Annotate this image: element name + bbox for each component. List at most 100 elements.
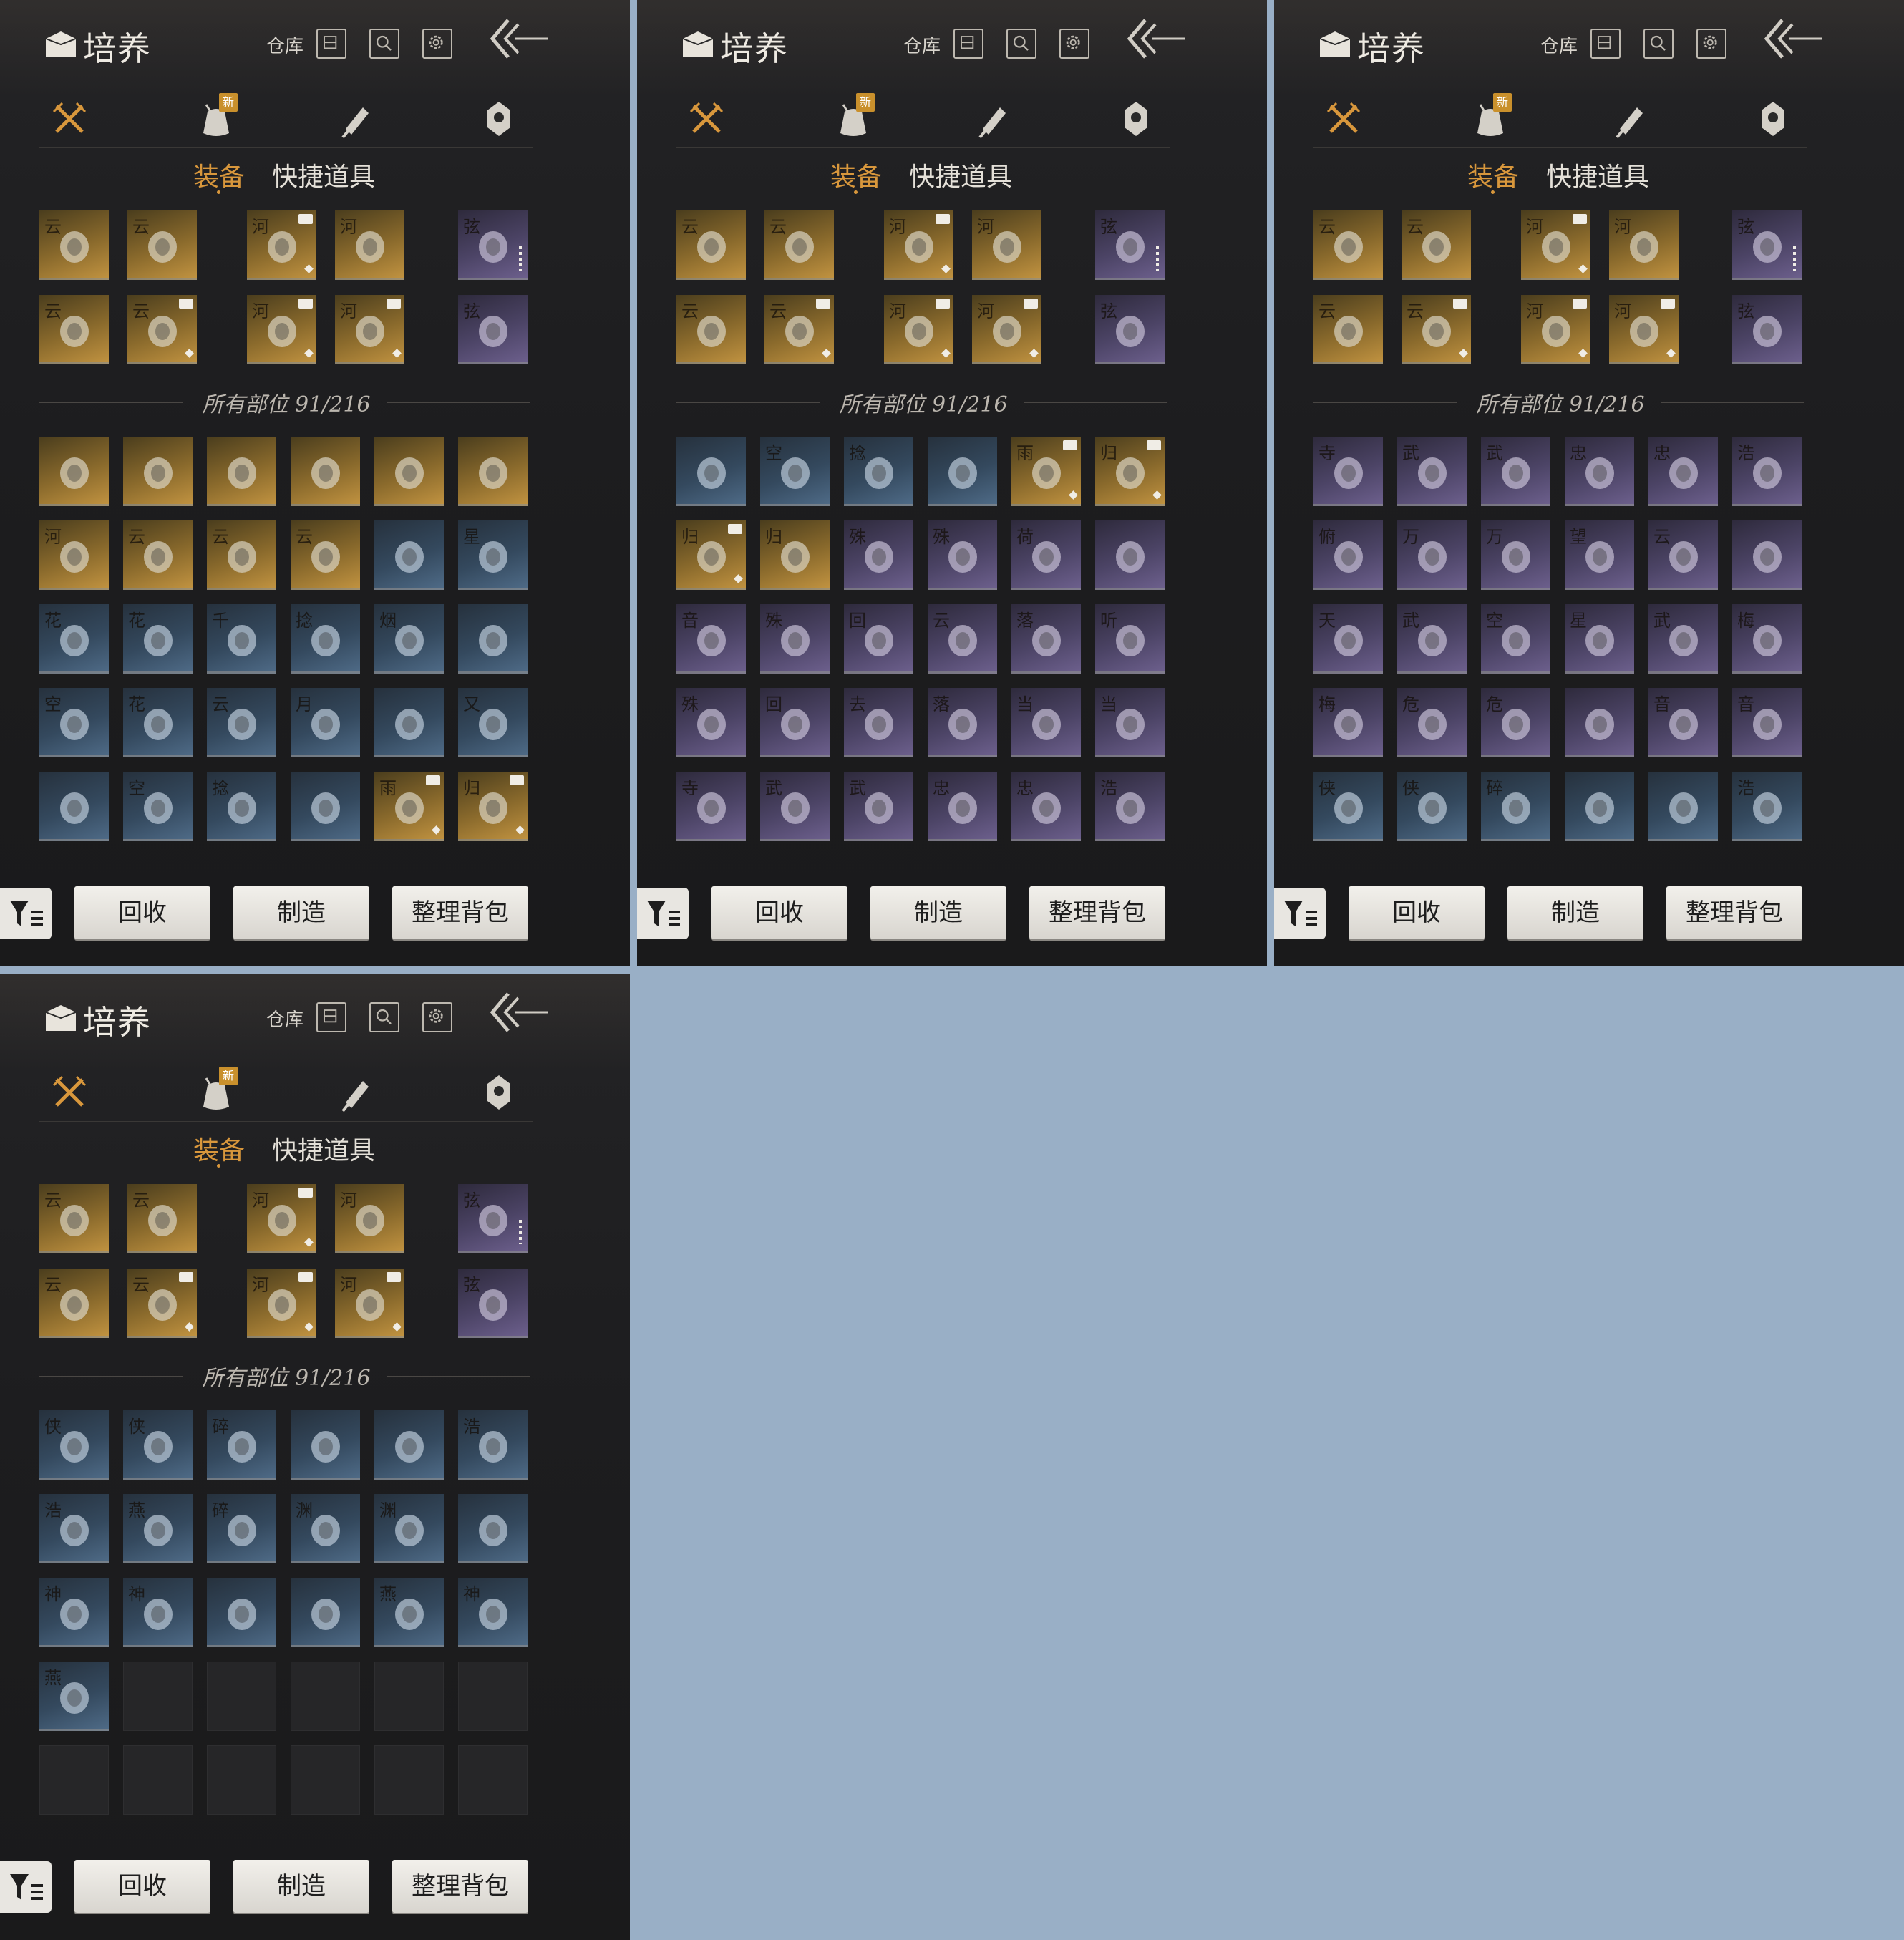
item-slot[interactable]: 云 [1313, 295, 1383, 364]
warehouse-label[interactable]: 仓库 [266, 1005, 303, 1032]
item-slot[interactable]: 河 [247, 1184, 316, 1253]
subtab-equipment[interactable]: 装备 [193, 156, 245, 193]
tab-equipment[interactable] [1321, 96, 1366, 142]
item-slot[interactable]: 天 [1313, 604, 1383, 674]
craft-button[interactable]: 制造 [1507, 886, 1643, 939]
item-slot[interactable]: 又 [458, 688, 528, 757]
item-slot[interactable]: 云 [764, 210, 834, 280]
item-slot[interactable]: 弦 [1732, 295, 1802, 364]
tab-equipment[interactable] [47, 1070, 92, 1115]
tab-items[interactable]: 新 [193, 93, 239, 142]
organize-bag-button[interactable]: 整理背包 [392, 1860, 528, 1913]
warehouse-button[interactable] [316, 29, 346, 59]
item-slot[interactable] [374, 688, 444, 757]
tab-talismans[interactable] [476, 1070, 522, 1115]
item-slot[interactable]: 万 [1397, 520, 1467, 590]
item-slot[interactable] [1095, 520, 1165, 590]
item-slot[interactable]: 弦 [1095, 295, 1165, 364]
craft-button[interactable]: 制造 [233, 1860, 369, 1913]
item-slot[interactable]: 云 [928, 604, 997, 674]
item-slot[interactable]: 花 [123, 688, 193, 757]
craft-button[interactable]: 制造 [233, 886, 369, 939]
tab-talismans[interactable] [1750, 96, 1796, 142]
item-slot[interactable]: 捻 [291, 604, 360, 674]
back-icon[interactable] [1124, 14, 1188, 63]
item-slot[interactable]: 浩 [1732, 437, 1802, 506]
item-slot[interactable]: 云 [1648, 520, 1718, 590]
item-slot[interactable]: 渊 [291, 1494, 360, 1563]
filter-button[interactable] [0, 1861, 52, 1913]
item-slot[interactable]: 河 [1521, 210, 1590, 280]
item-slot[interactable]: 当 [1011, 688, 1081, 757]
item-slot[interactable] [207, 437, 276, 506]
item-slot[interactable]: 寺 [676, 772, 746, 841]
item-slot[interactable]: 归 [1095, 437, 1165, 506]
tab-items[interactable]: 新 [830, 93, 876, 142]
item-slot[interactable]: 碎 [1481, 772, 1550, 841]
craft-button[interactable]: 制造 [870, 886, 1006, 939]
subtab-equipment[interactable]: 装备 [1467, 156, 1519, 193]
item-slot[interactable]: 弦 [458, 1184, 528, 1253]
settings-button[interactable] [1696, 29, 1726, 59]
item-slot[interactable]: 音 [1732, 688, 1802, 757]
item-slot[interactable] [291, 1410, 360, 1480]
item-slot[interactable]: 河 [335, 1184, 404, 1253]
item-slot[interactable]: 碎 [207, 1494, 276, 1563]
item-slot[interactable]: 花 [123, 604, 193, 674]
item-slot[interactable]: 弦 [1732, 210, 1802, 280]
item-slot[interactable]: 听 [1095, 604, 1165, 674]
item-slot[interactable] [458, 437, 528, 506]
item-slot[interactable]: 云 [127, 210, 197, 280]
item-slot[interactable]: 殊 [760, 604, 830, 674]
item-slot[interactable]: 河 [884, 210, 953, 280]
item-slot[interactable]: 河 [247, 210, 316, 280]
tab-items[interactable]: 新 [1467, 93, 1513, 142]
settings-button[interactable] [422, 29, 452, 59]
item-slot[interactable]: 云 [39, 210, 109, 280]
item-slot[interactable] [374, 437, 444, 506]
item-slot[interactable]: 落 [1011, 604, 1081, 674]
item-slot[interactable]: 殊 [844, 520, 913, 590]
item-slot[interactable]: 云 [291, 520, 360, 590]
item-slot[interactable]: 云 [676, 210, 746, 280]
subtab-quick-items[interactable]: 快捷道具 [272, 156, 375, 193]
item-slot[interactable] [458, 604, 528, 674]
item-slot[interactable]: 侠 [1313, 772, 1383, 841]
item-slot[interactable]: 忠 [1011, 772, 1081, 841]
tab-items[interactable]: 新 [193, 1067, 239, 1115]
item-slot[interactable]: 云 [764, 295, 834, 364]
subtab-quick-items[interactable]: 快捷道具 [1546, 156, 1649, 193]
item-slot[interactable]: 武 [1397, 437, 1467, 506]
filter-button[interactable] [0, 888, 52, 939]
item-slot[interactable]: 神 [39, 1578, 109, 1647]
item-slot[interactable]: 万 [1481, 520, 1550, 590]
recycle-button[interactable]: 回收 [1349, 886, 1485, 939]
item-slot[interactable]: 月 [291, 688, 360, 757]
item-slot[interactable]: 河 [39, 520, 109, 590]
item-slot[interactable] [291, 1578, 360, 1647]
tab-equipment[interactable] [47, 96, 92, 142]
item-slot[interactable]: 燕 [39, 1662, 109, 1731]
item-slot[interactable]: 武 [760, 772, 830, 841]
tab-talismans[interactable] [476, 96, 522, 142]
item-slot[interactable]: 当 [1095, 688, 1165, 757]
item-slot[interactable]: 武 [844, 772, 913, 841]
tab-equipment[interactable] [684, 96, 729, 142]
item-slot[interactable]: 河 [1609, 210, 1679, 280]
item-slot[interactable]: 星 [458, 520, 528, 590]
back-icon[interactable] [487, 14, 551, 63]
recycle-button[interactable]: 回收 [711, 886, 847, 939]
item-slot[interactable]: 云 [207, 688, 276, 757]
recycle-button[interactable]: 回收 [74, 1860, 210, 1913]
item-slot[interactable]: 云 [1402, 210, 1471, 280]
item-slot[interactable]: 弦 [458, 1269, 528, 1338]
item-slot[interactable]: 云 [1313, 210, 1383, 280]
item-slot[interactable]: 云 [127, 295, 197, 364]
item-slot[interactable]: 落 [928, 688, 997, 757]
item-slot[interactable]: 空 [1481, 604, 1550, 674]
item-slot[interactable]: 武 [1397, 604, 1467, 674]
item-slot[interactable] [123, 437, 193, 506]
item-slot[interactable]: 燕 [374, 1578, 444, 1647]
item-slot[interactable]: 去 [844, 688, 913, 757]
item-slot[interactable]: 梅 [1732, 604, 1802, 674]
